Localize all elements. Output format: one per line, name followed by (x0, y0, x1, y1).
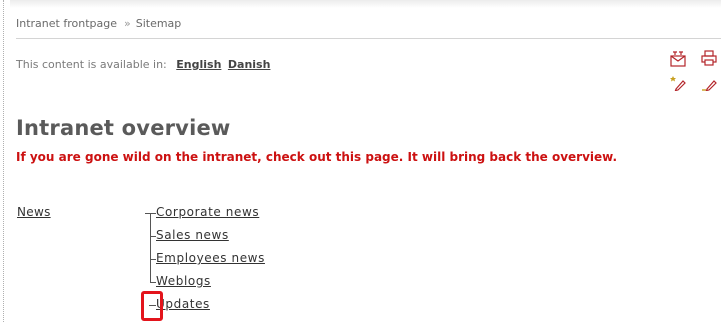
sitemap-link-employees-news[interactable]: Employees news (156, 251, 265, 265)
top-shadow (10, 0, 721, 8)
breadcrumb-item-intranet-frontpage[interactable]: Intranet frontpage (16, 17, 117, 30)
breadcrumb: Intranet frontpage » Sitemap (16, 17, 181, 30)
tree-connector-line (150, 214, 151, 282)
sitemap-link-sales-news[interactable]: Sales news (156, 228, 229, 242)
header-divider (16, 38, 721, 39)
send-page-icon[interactable] (670, 51, 686, 67)
new-page-icon[interactable] (670, 75, 686, 92)
page-intro: If you are gone wild on the intranet, ch… (16, 150, 618, 164)
language-selector: This content is available in: English Da… (16, 58, 270, 71)
breadcrumb-separator: » (123, 17, 131, 30)
page-title: Intranet overview (16, 116, 231, 140)
language-prompt: This content is available in: (16, 58, 167, 71)
breadcrumb-item-sitemap[interactable]: Sitemap (136, 17, 182, 30)
print-icon[interactable] (701, 50, 717, 66)
language-danish-link[interactable]: Danish (228, 58, 271, 71)
sitemap-section-news[interactable]: News (17, 205, 51, 219)
tree-branch (145, 213, 156, 214)
sitemap-link-updates[interactable]: Updates (156, 297, 210, 311)
language-english-link[interactable]: English (176, 58, 221, 71)
highlight-box (141, 291, 163, 321)
sitemap-link-weblogs[interactable]: Weblogs (156, 274, 211, 288)
edit-page-icon[interactable] (701, 75, 717, 92)
page-left-border (3, 0, 4, 322)
sitemap-link-corporate-news[interactable]: Corporate news (156, 205, 259, 219)
